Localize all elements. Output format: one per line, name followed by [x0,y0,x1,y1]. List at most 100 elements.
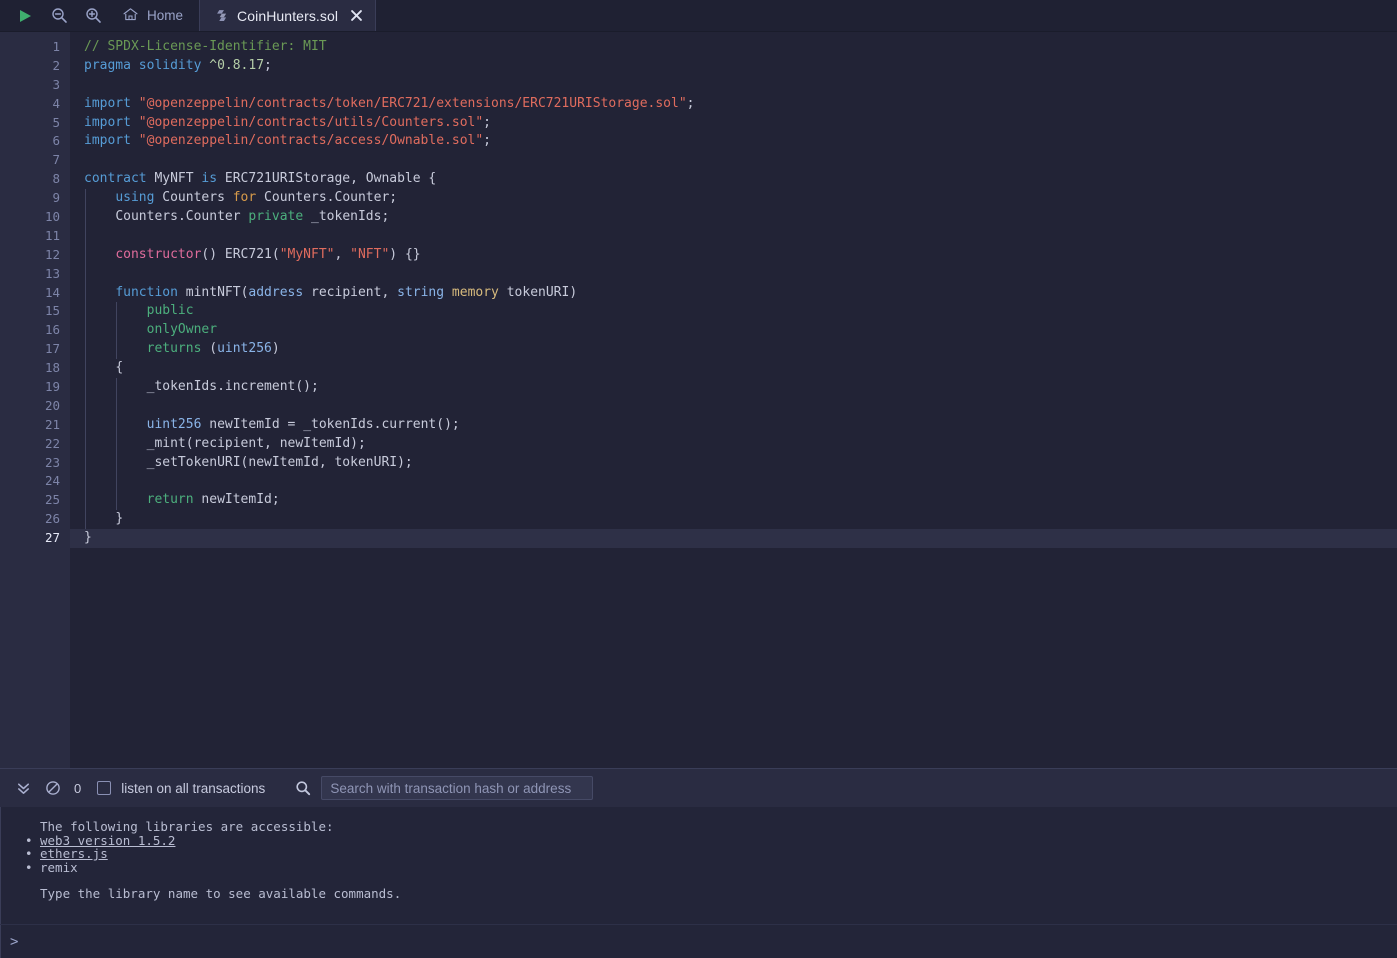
line-number: 1 [52,39,60,54]
play-icon[interactable] [16,7,34,25]
indent-guide [84,510,86,530]
indent-guide [115,415,117,435]
indent-guide [84,434,86,454]
code-text: constructor() ERC721("MyNFT", "NFT") {} [115,246,421,262]
code-text: import "@openzeppelin/contracts/token/ER… [84,95,695,111]
code-text: using Counters for Counters.Counter; [115,190,398,206]
indent-guide [115,434,117,454]
indent-guide [84,378,86,397]
no-entry-icon[interactable] [42,777,64,799]
code-text: uint256 newItemId = _tokenIds.current(); [146,416,460,432]
terminal-library-list: • web3 version 1.5.2 • ethers.js • remix [25,833,1397,875]
line-number: 7 [52,152,60,168]
listen-all-transactions-label[interactable]: listen on all transactions [121,781,265,796]
code-line [70,151,1397,170]
line-number: 20 [44,397,60,413]
zoom-in-icon[interactable] [84,7,102,25]
indent-guide [84,264,86,284]
top-toolbar: Home CoinHunters.sol [0,0,1397,32]
code-line: Counters.Counter private _tokenIds; [70,208,1397,227]
remix-ide-window: Home CoinHunters.sol 1 2 3 4 5 6 7 8 9 10 11 [0,0,1397,958]
code-line [70,264,1397,284]
code-text: // SPDX-License-Identifier: MIT [84,39,327,54]
indent-guide [115,472,117,492]
code-line: onlyOwner [70,321,1397,341]
indent-guide [84,283,86,303]
line-number: 25 [44,492,60,508]
terminal-list-item[interactable]: • ethers.js [25,847,1397,861]
double-chevron-down-icon[interactable] [12,777,34,799]
code-line [70,472,1397,492]
code-line: _setTokenURI(newItemId, tokenURI); [70,453,1397,473]
code-line: return newItemId; [70,491,1397,511]
code-line [70,226,1397,246]
code-line: contract MyNFT is ERC721URIStorage, Owna… [70,170,1397,189]
line-number: 23 [44,454,60,470]
listen-all-transactions-checkbox[interactable] [97,781,112,795]
search-icon[interactable] [293,778,313,798]
code-line: using Counters for Counters.Counter; [70,189,1397,209]
code-line: public [70,302,1397,322]
transaction-search-input[interactable] [321,776,594,800]
editor-tab-label: CoinHunters.sol [237,7,339,24]
code-content[interactable]: // SPDX-License-Identifier: MIT pragma so… [70,32,1397,768]
indent-guide [115,453,117,473]
indent-guide [115,491,117,511]
code-text: import "@openzeppelin/contracts/access/O… [84,133,491,149]
indent-guide [84,453,86,473]
line-number: 22 [44,435,60,451]
code-text: } [84,530,92,546]
indent-guide [84,415,86,435]
line-number: 21 [44,416,60,432]
terminal-clipped-line [40,807,48,813]
line-number: 4 [52,95,60,111]
indent-guide [84,359,86,379]
code-line: _tokenIds.increment(); [70,378,1397,397]
line-number: 13 [44,265,60,281]
indent-guide [84,472,86,492]
code-text: pragma solidity ^0.8.17; [84,57,272,73]
indent-guide [84,321,86,341]
terminal-heading: The following libraries are accessible: [40,819,334,835]
terminal-list-item-label: remix [40,859,78,875]
terminal-prompt[interactable]: > [0,924,1397,958]
code-line: _mint(recipient, newItemId); [70,434,1397,454]
line-number: 6 [52,133,60,149]
indent-guide [115,302,117,322]
indent-guide [84,226,86,246]
code-line [70,76,1397,95]
line-number: 15 [44,303,60,319]
line-number: 3 [52,76,60,92]
line-number: 26 [44,511,60,527]
solidity-icon [214,8,229,23]
indent-guide [115,396,117,416]
code-line: // SPDX-License-Identifier: MIT [70,38,1397,57]
line-number: 10 [44,209,60,225]
editor-tab-coinhunters[interactable]: CoinHunters.sol [199,0,377,31]
code-line: function mintNFT(address recipient, stri… [70,283,1397,303]
code-text: Counters.Counter private _tokenIds; [115,209,390,225]
code-text: import "@openzeppelin/contracts/utils/Co… [84,114,491,130]
terminal-list-item[interactable]: • web3 version 1.5.2 [25,833,1397,847]
code-line: returns (uint256) [70,340,1397,360]
line-number: 14 [44,284,60,300]
home-tab[interactable]: Home [116,0,199,31]
code-text: _tokenIds.increment(); [146,379,319,395]
code-text: _mint(recipient, newItemId); [146,435,366,451]
code-editor[interactable]: 1 2 3 4 5 6 7 8 9 10 11 12 13 14 15 16 17 18 19 20 21 22 23 24 2… [0,32,1397,768]
code-line: pragma solidity ^0.8.17; [70,57,1397,76]
bullet-icon: • [25,859,33,875]
terminal-footer: Type the library name to see available c… [40,886,402,902]
code-line: { [70,359,1397,379]
indent-guide [84,189,86,209]
line-number: 24 [44,473,60,489]
code-line: } [70,510,1397,530]
code-line: constructor() ERC721("MyNFT", "NFT") {} [70,245,1397,265]
close-icon[interactable] [350,9,363,22]
indent-guide [84,302,86,322]
line-number: 8 [52,171,60,187]
indent-guide [84,491,86,511]
zoom-out-icon[interactable] [50,7,68,25]
